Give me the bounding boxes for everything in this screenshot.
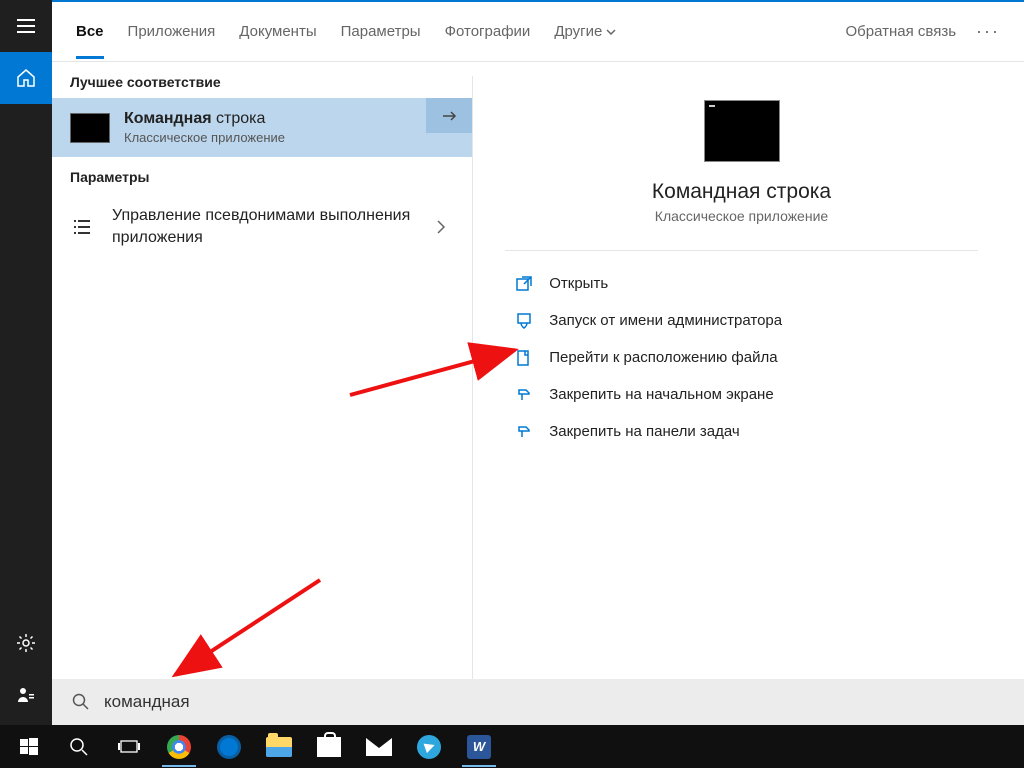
result-subtitle: Классическое приложение xyxy=(124,130,426,145)
search-bar[interactable] xyxy=(52,679,1024,725)
tab-settings[interactable]: Параметры xyxy=(341,5,421,58)
start-sidebar xyxy=(0,0,52,725)
taskbar-explorer[interactable] xyxy=(256,727,302,767)
taskbar-edge[interactable] xyxy=(206,727,252,767)
taskbar-search[interactable] xyxy=(56,727,102,767)
expand-arrow[interactable] xyxy=(426,98,472,133)
chevron-down-icon xyxy=(606,29,616,35)
taskview-icon xyxy=(118,738,140,756)
chevron-right-icon xyxy=(436,219,446,235)
settings-section-header: Параметры xyxy=(52,157,472,193)
result-command-prompt[interactable]: Командная строка Классическое приложение xyxy=(52,98,472,157)
pin-icon xyxy=(511,424,537,440)
search-icon xyxy=(72,693,90,711)
search-input[interactable] xyxy=(104,692,1004,712)
taskbar-taskview[interactable] xyxy=(106,727,152,767)
mail-icon xyxy=(366,738,392,756)
settings-item-label: Управление псевдонимами выполнения прило… xyxy=(112,205,428,248)
action-label: Закрепить на панели задач xyxy=(549,423,740,440)
telegram-icon xyxy=(417,735,441,759)
tab-all[interactable]: Все xyxy=(76,5,104,58)
gear-icon xyxy=(16,633,36,653)
word-icon: W xyxy=(467,735,491,759)
edge-icon xyxy=(217,735,241,759)
more-options-button[interactable]: ··· xyxy=(976,21,1000,42)
action-file-location[interactable]: Перейти к расположению файла xyxy=(505,339,978,376)
account-icon xyxy=(16,685,36,705)
action-label: Открыть xyxy=(549,275,608,292)
taskbar: W xyxy=(0,725,1024,768)
search-panel: Все Приложения Документы Параметры Фотог… xyxy=(52,0,1024,725)
start-button[interactable] xyxy=(6,727,52,767)
taskbar-chrome[interactable] xyxy=(156,727,202,767)
action-pin-start[interactable]: Закрепить на начальном экране xyxy=(505,376,978,413)
windows-icon xyxy=(20,738,38,756)
cmd-icon xyxy=(70,113,110,143)
menu-button[interactable] xyxy=(0,0,52,52)
filter-tabs: Все Приложения Документы Параметры Фотог… xyxy=(52,2,1024,62)
search-icon xyxy=(69,737,89,757)
folder-location-icon xyxy=(511,350,537,366)
tab-apps[interactable]: Приложения xyxy=(128,5,216,58)
divider xyxy=(505,250,978,251)
preview-subtitle: Классическое приложение xyxy=(655,208,828,224)
hamburger-icon xyxy=(17,19,35,33)
action-label: Закрепить на начальном экране xyxy=(549,386,773,403)
best-match-header: Лучшее соответствие xyxy=(52,62,472,98)
shield-icon xyxy=(511,313,537,329)
pin-icon xyxy=(511,387,537,403)
open-icon xyxy=(511,276,537,292)
action-list: Открыть Запуск от имени администратора П… xyxy=(505,265,978,450)
taskbar-telegram[interactable] xyxy=(406,727,452,767)
taskbar-store[interactable] xyxy=(306,727,352,767)
preview-title: Командная строка xyxy=(652,180,831,204)
action-run-admin[interactable]: Запуск от имени администратора xyxy=(505,302,978,339)
tab-photos[interactable]: Фотографии xyxy=(445,5,531,58)
settings-button[interactable] xyxy=(0,617,52,669)
preview-pane: Командная строка Классическое приложение… xyxy=(472,76,1010,711)
taskbar-mail[interactable] xyxy=(356,727,402,767)
results-pane: Лучшее соответствие Командная строка Кла… xyxy=(52,62,472,725)
home-icon xyxy=(16,68,36,88)
action-label: Перейти к расположению файла xyxy=(549,349,777,366)
taskbar-word[interactable]: W xyxy=(456,727,502,767)
tab-more[interactable]: Другие xyxy=(554,5,616,58)
result-app-aliases[interactable]: Управление псевдонимами выполнения прило… xyxy=(52,193,472,260)
list-icon xyxy=(70,219,94,235)
action-open[interactable]: Открыть xyxy=(505,265,978,302)
tab-documents[interactable]: Документы xyxy=(239,5,316,58)
arrow-right-icon xyxy=(439,106,459,126)
result-title: Командная строка xyxy=(124,110,426,128)
store-icon xyxy=(317,737,341,757)
action-pin-taskbar[interactable]: Закрепить на панели задач xyxy=(505,413,978,450)
tab-more-label: Другие xyxy=(554,23,602,40)
folder-icon xyxy=(266,737,292,757)
preview-app-icon xyxy=(704,100,780,162)
home-button[interactable] xyxy=(0,52,52,104)
account-button[interactable] xyxy=(0,669,52,721)
chrome-icon xyxy=(167,735,191,759)
feedback-link[interactable]: Обратная связь xyxy=(846,23,957,40)
chevron-right[interactable] xyxy=(428,219,454,235)
action-label: Запуск от имени администратора xyxy=(549,312,782,329)
